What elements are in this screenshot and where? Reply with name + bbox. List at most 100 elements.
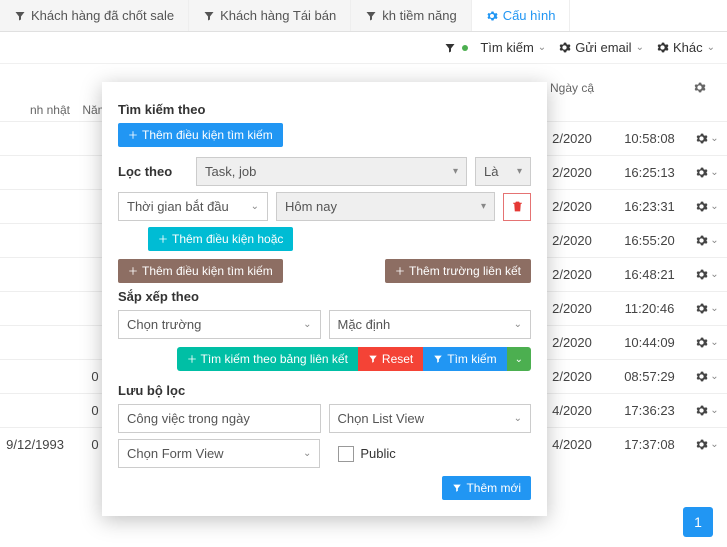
search-more-button[interactable]: ⌄ — [507, 347, 531, 371]
sort-dir-select[interactable]: Mặc định ⌄ — [329, 310, 532, 339]
plus-icon — [128, 130, 138, 140]
row-actions[interactable]: ⌄ — [693, 234, 721, 247]
gear-icon — [656, 41, 669, 54]
filter-op-select[interactable]: Là ▾ — [475, 157, 531, 186]
sort-field-select[interactable]: Chọn trường ⌄ — [118, 310, 321, 339]
row-actions[interactable]: ⌄ — [693, 268, 721, 281]
list-view-select[interactable]: Chọn List View ⌄ — [329, 404, 532, 433]
filter-name-input[interactable] — [118, 404, 321, 433]
cell-time: 16:55:20 — [612, 233, 687, 248]
cell-time: 16:23:31 — [612, 199, 687, 214]
label: Thêm điều kiện tìm kiếm — [142, 128, 273, 142]
label: Thêm mới — [466, 481, 521, 495]
cell-time: 17:36:23 — [612, 403, 687, 418]
chevron-down-icon: ▾ — [481, 201, 486, 212]
reset-button[interactable]: Reset — [358, 347, 423, 371]
public-checkbox[interactable] — [338, 446, 354, 462]
cell-time: 16:25:13 — [612, 165, 687, 180]
time-field-select[interactable]: Thời gian bắt đầu ⌄ — [118, 192, 268, 221]
row-actions[interactable]: ⌄ — [693, 438, 721, 451]
cell-time: 17:37:08 — [612, 437, 687, 452]
search-dropdown[interactable]: Tìm kiếm ⌄ — [480, 40, 546, 55]
filter-icon — [203, 10, 215, 22]
page-1-button[interactable]: 1 — [683, 507, 713, 537]
search-link-table-button[interactable]: Tìm kiếm theo bảng liên kết — [177, 347, 358, 371]
chevron-down-icon: ⌄ — [710, 133, 718, 144]
add-search-cond2-button[interactable]: Thêm điều kiện tìm kiếm — [118, 259, 283, 283]
chevron-down-icon: ⌄ — [710, 167, 718, 178]
value: Chọn trường — [127, 317, 201, 332]
col-bday: nh nhật — [0, 103, 70, 117]
time-value-select[interactable]: Hôm nay ▾ — [276, 192, 495, 221]
chevron-down-icon: ⌄ — [710, 235, 718, 246]
other-dropdown[interactable]: Khác ⌄ — [656, 40, 715, 55]
filter-icon — [14, 10, 26, 22]
toolbar: Tìm kiếm ⌄ Gửi email ⌄ Khác ⌄ — [0, 32, 727, 64]
row-actions[interactable]: ⌄ — [693, 302, 721, 315]
trash-icon — [511, 200, 524, 213]
filter-icon — [452, 483, 462, 493]
tab-config[interactable]: Cấu hình — [472, 0, 571, 31]
chevron-down-icon: ⌄ — [710, 337, 718, 348]
chevron-down-icon: ⌄ — [251, 201, 259, 212]
value: Là — [484, 164, 498, 179]
gear-icon — [695, 302, 708, 315]
add-link-field-button[interactable]: Thêm trường liên kết — [385, 259, 531, 283]
search-button[interactable]: Tìm kiếm — [423, 347, 506, 371]
tab-sale[interactable]: Khách hàng đã chốt sale — [0, 0, 189, 31]
form-view-select[interactable]: Chọn Form View ⌄ — [118, 439, 320, 468]
gear-icon — [695, 336, 708, 349]
chevron-down-icon: ⌄ — [710, 371, 718, 382]
header-gear[interactable] — [687, 81, 727, 95]
gear-icon — [695, 166, 708, 179]
gear-icon — [486, 10, 498, 22]
email-dropdown[interactable]: Gửi email ⌄ — [558, 40, 644, 55]
gear-icon — [693, 81, 706, 94]
filter-trigger[interactable] — [444, 42, 468, 54]
label: Thêm trường liên kết — [409, 264, 521, 278]
chevron-down-icon: ⌄ — [303, 319, 311, 330]
row-actions[interactable]: ⌄ — [693, 200, 721, 213]
gear-icon — [695, 438, 708, 451]
tab-label: kh tiềm năng — [382, 8, 456, 23]
value: Hôm nay — [285, 199, 337, 214]
tab-label: Khách hàng đã chốt sale — [31, 8, 174, 23]
gear-icon — [558, 41, 571, 54]
filter-field-select[interactable]: Task, job ▾ — [196, 157, 467, 186]
plus-icon — [395, 266, 405, 276]
value: Chọn List View — [338, 411, 424, 426]
search-panel: Tìm kiếm theo Thêm điều kiện tìm kiếm Lọ… — [102, 82, 547, 516]
row-actions[interactable]: ⌄ — [693, 166, 721, 179]
row-actions[interactable]: ⌄ — [693, 336, 721, 349]
tab-potential[interactable]: kh tiềm năng — [351, 0, 471, 31]
gear-icon — [695, 234, 708, 247]
row-actions[interactable]: ⌄ — [693, 404, 721, 417]
filter-icon — [433, 354, 443, 364]
chevron-down-icon: ⌄ — [636, 42, 644, 53]
chevron-down-icon: ⌄ — [710, 269, 718, 280]
delete-cond-button[interactable] — [503, 193, 531, 221]
tab-label: Cấu hình — [503, 8, 556, 23]
add-search-cond-button[interactable]: Thêm điều kiện tìm kiếm — [118, 123, 283, 147]
filter-icon — [365, 10, 377, 22]
chevron-down-icon: ⌄ — [514, 413, 522, 424]
plus-icon — [187, 354, 197, 364]
value: Task, job — [205, 164, 256, 179]
chevron-down-icon: ▾ — [453, 166, 458, 177]
chevron-down-icon: ⌄ — [538, 42, 546, 53]
filter-icon — [368, 354, 378, 364]
add-or-cond-button[interactable]: Thêm điều kiện hoặc — [148, 227, 293, 251]
gear-icon — [695, 370, 708, 383]
label: Reset — [382, 352, 413, 366]
row-actions[interactable]: ⌄ — [693, 132, 721, 145]
label: Gửi email — [575, 40, 631, 55]
tab-resale[interactable]: Khách hàng Tái bán — [189, 0, 351, 31]
cell-time: 11:20:46 — [612, 301, 687, 316]
row-actions[interactable]: ⌄ — [693, 370, 721, 383]
add-new-button[interactable]: Thêm mới — [442, 476, 531, 500]
chevron-down-icon: ⌄ — [710, 405, 718, 416]
label: 1 — [694, 514, 702, 530]
label: Tìm kiếm theo bảng liên kết — [201, 352, 348, 366]
chevron-down-icon: ⌄ — [514, 319, 522, 330]
plus-icon — [128, 266, 138, 276]
